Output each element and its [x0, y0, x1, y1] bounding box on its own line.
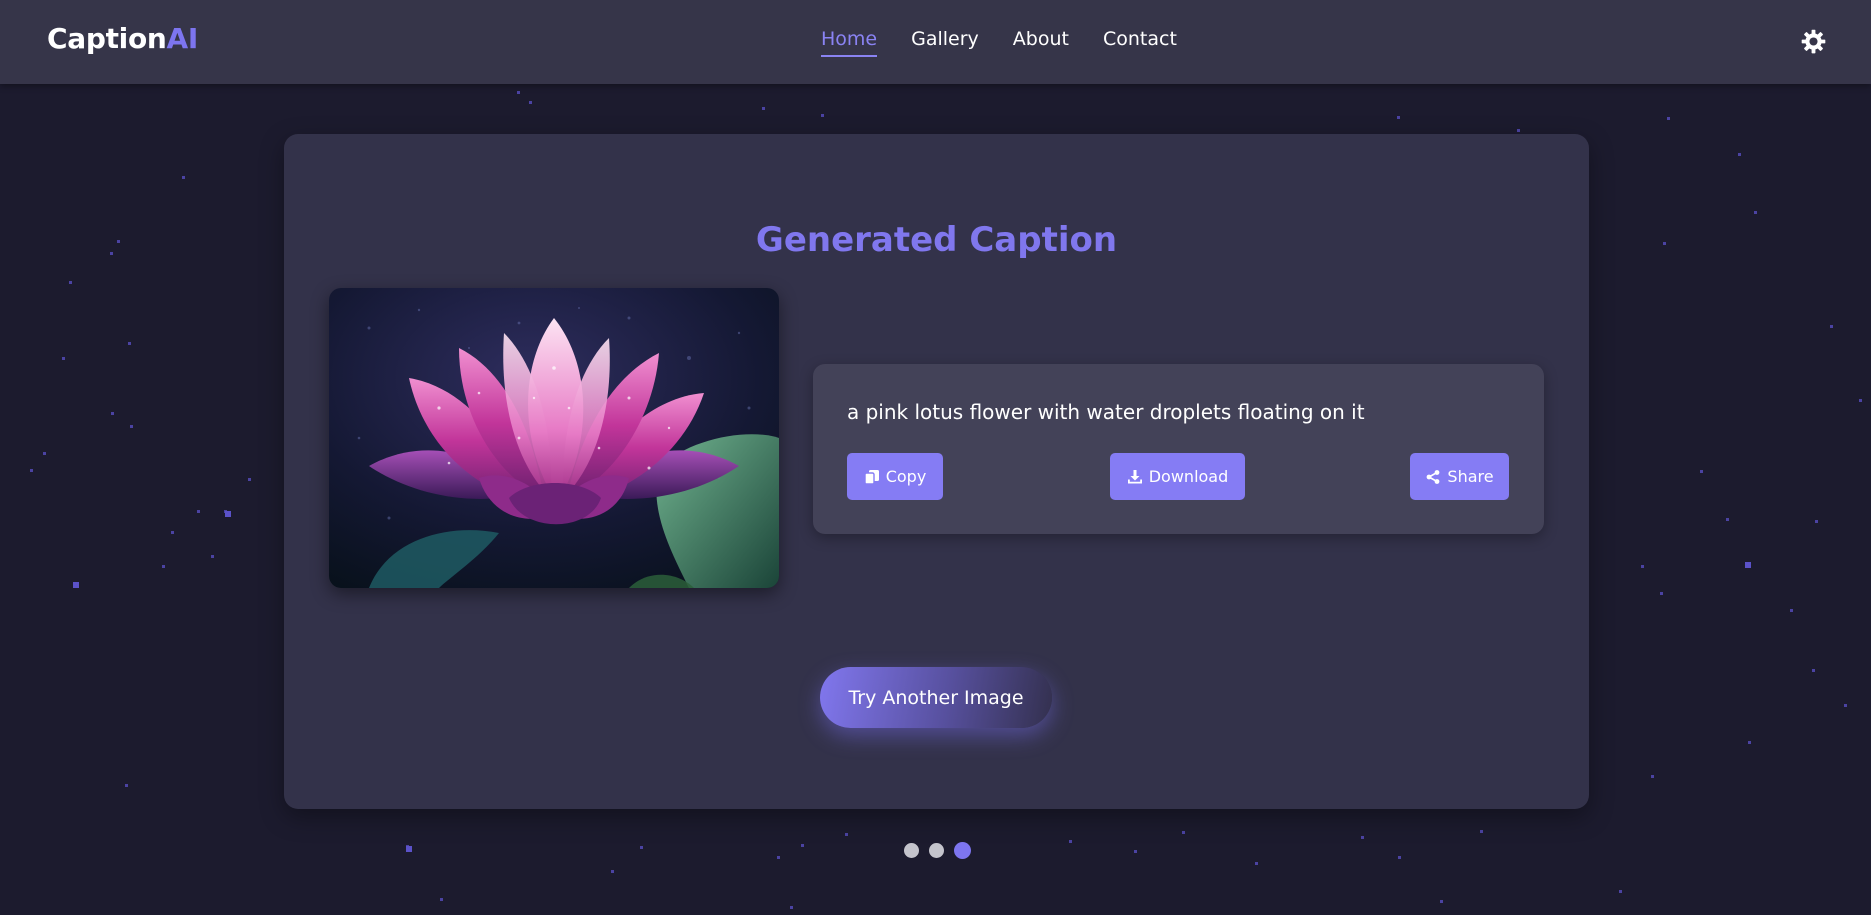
star-particle	[1830, 325, 1833, 328]
star-particle	[69, 281, 72, 284]
copy-label: Copy	[885, 467, 927, 486]
star-particle	[197, 510, 200, 513]
logo[interactable]: CaptionAI	[47, 22, 198, 55]
star-particle	[1398, 856, 1401, 859]
star-particle	[1663, 242, 1666, 245]
star-particle	[1748, 741, 1751, 744]
result-card: Generated Caption a pink lotus flower wi…	[284, 134, 1589, 809]
star-particle	[777, 856, 780, 859]
page-title: Generated Caption	[755, 220, 1118, 260]
star-particle	[1844, 704, 1847, 707]
star-particle	[1397, 116, 1400, 119]
star-particle	[1738, 153, 1741, 156]
star-particle	[1790, 609, 1793, 612]
star-particle	[1619, 890, 1622, 893]
nav-gallery[interactable]: Gallery	[911, 28, 979, 57]
share-icon	[1427, 469, 1440, 484]
star-particle	[162, 565, 165, 568]
uploaded-image	[329, 288, 779, 588]
star-particle	[1660, 592, 1663, 595]
star-particle	[30, 469, 33, 472]
logo-text: Caption	[47, 22, 167, 55]
carousel-pagination	[904, 842, 971, 859]
pagination-dot-active[interactable]	[954, 842, 971, 859]
caption-panel: a pink lotus flower with water droplets …	[813, 364, 1544, 534]
star-particle	[440, 898, 443, 901]
star-particle	[845, 833, 848, 836]
star-particle	[517, 91, 520, 94]
star-particle	[1517, 129, 1520, 132]
nav-about[interactable]: About	[1013, 28, 1069, 57]
star-particle	[1667, 117, 1670, 120]
star-particle	[801, 844, 804, 847]
star-particle	[74, 582, 77, 585]
star-particle	[1815, 520, 1818, 523]
star-particle	[406, 845, 409, 848]
download-label: Download	[1148, 467, 1229, 486]
star-particle	[529, 101, 532, 104]
star-particle	[790, 906, 793, 909]
star-particle	[111, 412, 114, 415]
star-particle	[762, 107, 765, 110]
star-particle	[73, 582, 79, 588]
gear-icon[interactable]	[1800, 28, 1827, 55]
star-particle	[1700, 470, 1703, 473]
share-button[interactable]: Share	[1410, 453, 1509, 500]
star-particle	[211, 555, 214, 558]
star-particle	[110, 252, 113, 255]
star-particle	[611, 870, 614, 873]
star-particle	[406, 846, 412, 852]
caption-text: a pink lotus flower with water droplets …	[847, 400, 1365, 424]
nav-home[interactable]: Home	[821, 28, 878, 57]
star-particle	[1440, 900, 1443, 903]
download-icon	[1127, 469, 1142, 483]
try-another-image-button[interactable]: Try Another Image	[820, 667, 1052, 728]
download-button[interactable]: Download	[1110, 453, 1245, 500]
star-particle	[130, 425, 133, 428]
logo-accent: AI	[166, 22, 199, 55]
star-particle	[1182, 831, 1185, 834]
star-particle	[1134, 850, 1137, 853]
star-particle	[1745, 562, 1748, 565]
star-particle	[224, 510, 227, 513]
copy-button[interactable]: Copy	[847, 453, 943, 500]
star-particle	[128, 342, 131, 345]
star-particle	[1726, 518, 1729, 521]
star-particle	[1069, 840, 1072, 843]
star-particle	[248, 478, 251, 481]
share-label: Share	[1447, 467, 1494, 486]
star-particle	[1754, 211, 1757, 214]
star-particle	[125, 784, 128, 787]
star-particle	[171, 531, 174, 534]
star-particle	[225, 511, 231, 517]
copy-icon	[864, 469, 879, 485]
star-particle	[821, 114, 824, 117]
star-particle	[1651, 775, 1654, 778]
star-particle	[43, 452, 46, 455]
star-particle	[1745, 562, 1751, 568]
pagination-dot[interactable]	[904, 843, 919, 858]
nav-contact[interactable]: Contact	[1103, 28, 1177, 57]
star-particle	[1641, 565, 1644, 568]
star-particle	[1255, 862, 1258, 865]
star-particle	[1361, 836, 1364, 839]
star-particle	[1480, 830, 1483, 833]
star-particle	[1859, 399, 1862, 402]
main-nav: Home Gallery About Contact	[821, 28, 1177, 57]
star-particle	[640, 846, 643, 849]
star-particle	[62, 357, 65, 360]
star-particle	[1812, 669, 1815, 672]
pagination-dot[interactable]	[929, 843, 944, 858]
top-navbar: CaptionAI Home Gallery About Contact	[0, 0, 1871, 84]
star-particle	[182, 176, 185, 179]
star-particle	[117, 240, 120, 243]
